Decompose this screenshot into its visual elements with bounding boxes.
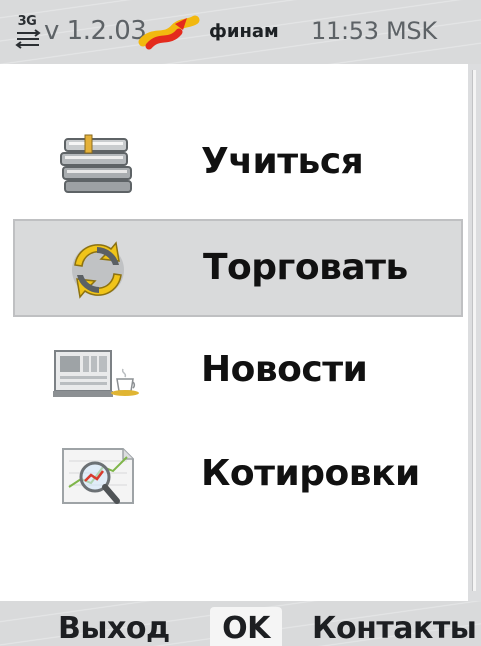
ok-softkey[interactable]: OK (210, 607, 282, 646)
menu-item-quotes[interactable]: Котировки (13, 427, 463, 525)
main-menu: Учиться Торговать Новости Котировки (0, 64, 468, 601)
trade-cycle-icon (72, 241, 124, 299)
news-icon (53, 350, 139, 397)
phone-screen: 3G v 1.2.03 финам 11:53 MSK Учиться Торг… (0, 0, 481, 646)
menu-item-label: Торговать (203, 247, 408, 288)
clock: 11:53 MSK (311, 17, 437, 45)
app-version: v 1.2.03 (44, 16, 147, 46)
menu-item-news[interactable]: Новости (13, 323, 463, 421)
menu-item-learn[interactable]: Учиться (13, 115, 463, 213)
books-icon (60, 134, 132, 193)
status-bar: 3G v 1.2.03 финам 11:53 MSK (0, 0, 481, 64)
contacts-softkey[interactable]: Контакты (312, 611, 477, 646)
scrollbar-track (472, 70, 476, 591)
quotes-magnifier-icon (62, 448, 134, 504)
finam-logo-icon (138, 15, 200, 50)
brand-name: финам (209, 21, 279, 42)
softkey-bar: Выход OK Контакты (0, 601, 481, 646)
signal-arrows-icon (15, 29, 41, 49)
menu-item-trade[interactable]: Торговать (13, 219, 463, 317)
menu-item-label: Котировки (201, 453, 420, 494)
exit-softkey[interactable]: Выход (58, 611, 170, 646)
menu-item-label: Учиться (201, 141, 364, 182)
menu-item-label: Новости (201, 349, 368, 390)
network-indicator: 3G (15, 14, 41, 52)
scrollbar[interactable] (468, 64, 481, 601)
